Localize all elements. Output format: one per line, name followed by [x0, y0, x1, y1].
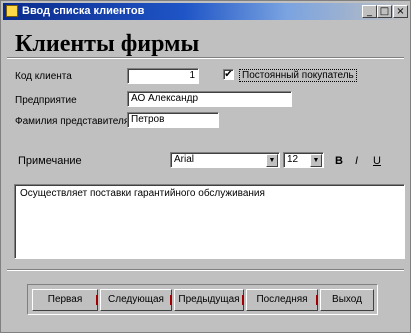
- exit-button[interactable]: Выход: [320, 289, 374, 311]
- font-select[interactable]: Arial ▼: [170, 152, 280, 168]
- app-icon: [6, 5, 18, 17]
- regular-customer-label[interactable]: Постоянный покупатель: [239, 69, 357, 82]
- last-record-button[interactable]: Последняя: [246, 289, 318, 311]
- client-code-label: Код клиента: [15, 71, 72, 82]
- notes-label: Примечание: [18, 155, 82, 167]
- main-window: Ввод списка клиентов _ □ × Клиенты фирмы…: [0, 0, 411, 333]
- title-divider: [7, 57, 404, 59]
- font-size-select[interactable]: 12 ▼: [283, 152, 324, 168]
- bold-button[interactable]: B: [335, 155, 343, 167]
- navigation-bar: Первая Следующая Предыдущая Последняя Вы…: [27, 284, 378, 315]
- close-button[interactable]: ×: [393, 5, 408, 18]
- rep-name-field[interactable]: Петров: [127, 112, 219, 128]
- company-label: Предприятие: [15, 95, 77, 106]
- company-field[interactable]: АО Александр: [127, 91, 292, 107]
- window-title: Ввод списка клиентов: [22, 5, 145, 17]
- title-bar[interactable]: Ввод списка клиентов _ □ ×: [3, 3, 408, 20]
- first-record-label: Первая: [47, 294, 83, 305]
- underline-button[interactable]: U: [373, 155, 381, 167]
- regular-customer-checkbox[interactable]: ✔: [223, 69, 234, 80]
- font-dropdown-icon[interactable]: ▼: [266, 154, 278, 167]
- last-separator-mark: [316, 295, 318, 305]
- exit-label: Выход: [332, 294, 362, 305]
- font-select-value: Arial: [174, 154, 195, 165]
- rep-name-label: Фамилия представителя: [15, 116, 130, 127]
- maximize-button[interactable]: □: [377, 5, 392, 18]
- notes-text: Осуществляет поставки гарантийного обслу…: [20, 188, 265, 199]
- prev-record-button[interactable]: Предыдущая: [174, 289, 244, 311]
- notes-textarea[interactable]: Осуществляет поставки гарантийного обслу…: [14, 184, 405, 259]
- page-title: Клиенты фирмы: [15, 31, 200, 57]
- client-code-field[interactable]: 1: [127, 68, 199, 84]
- minimize-button[interactable]: _: [362, 5, 377, 18]
- font-size-value: 12: [287, 154, 299, 165]
- nav-divider: [7, 269, 404, 271]
- font-size-dropdown-icon[interactable]: ▼: [310, 154, 322, 167]
- first-record-button[interactable]: Первая: [32, 289, 98, 311]
- prev-record-label: Предыдущая: [178, 294, 240, 305]
- next-separator-mark: [170, 295, 172, 305]
- first-separator-mark: [96, 295, 98, 305]
- italic-button[interactable]: I: [355, 155, 358, 167]
- next-record-label: Следующая: [108, 294, 164, 305]
- last-record-label: Последняя: [256, 294, 308, 305]
- prev-separator-mark: [242, 295, 244, 305]
- next-record-button[interactable]: Следующая: [100, 289, 172, 311]
